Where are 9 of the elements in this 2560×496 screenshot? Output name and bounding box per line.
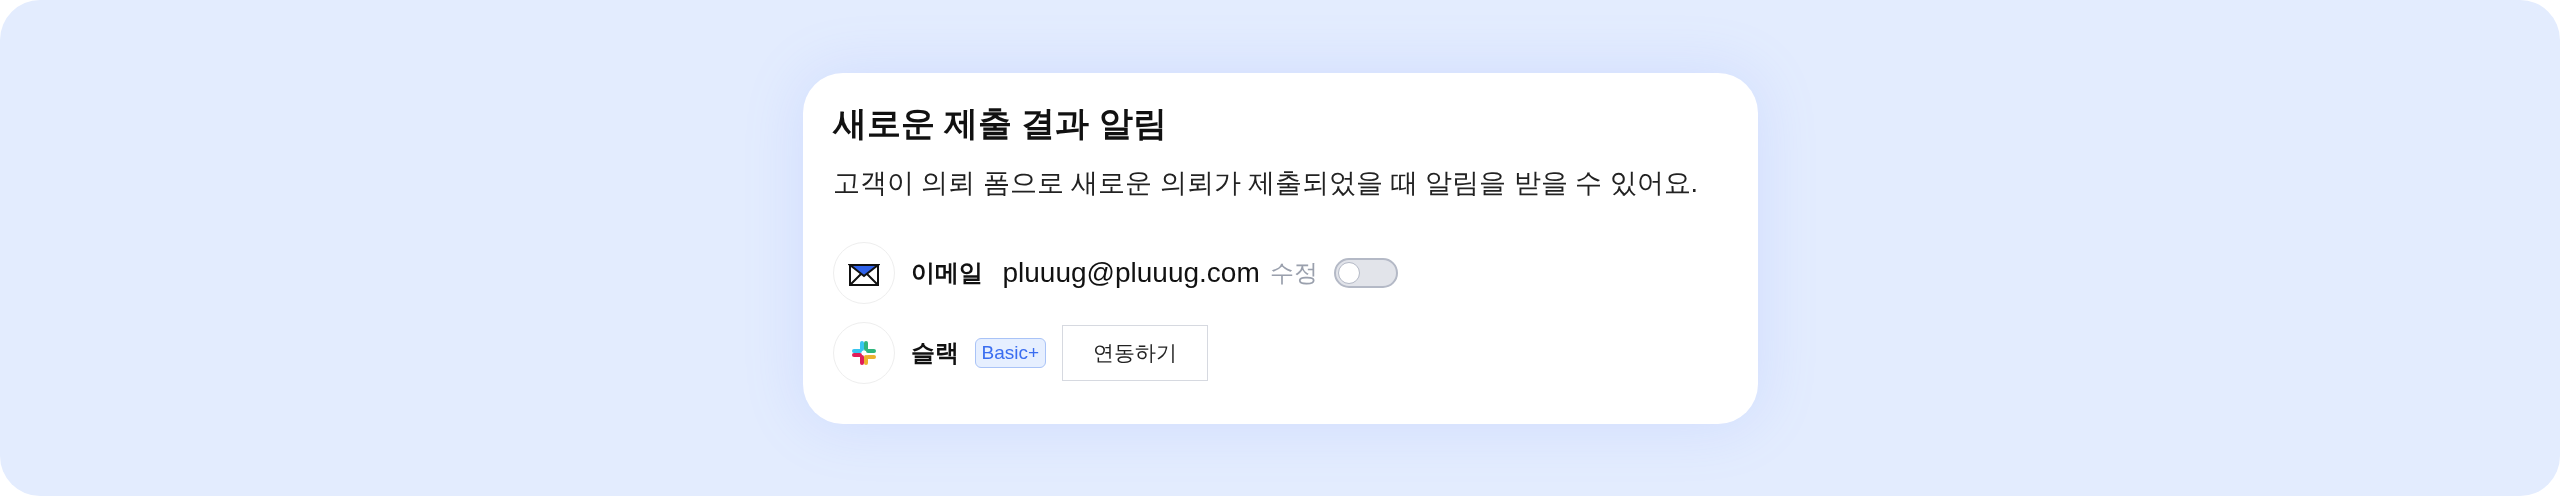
hash-logo-icon (849, 338, 878, 367)
card-description: 고객이 의뢰 폼으로 새로운 의뢰가 제출되었을 때 알림을 받을 수 있어요. (832, 166, 1700, 200)
channel-label: 슬랙 (910, 337, 959, 368)
plan-badge: Basic+ (974, 337, 1047, 368)
channel-label: 이메일 (910, 257, 983, 288)
toggle-switch[interactable] (1333, 257, 1398, 288)
email-address: pluuug@pluuug.com (1002, 256, 1260, 289)
connect-button[interactable]: 연동하기 (1062, 324, 1209, 381)
card-title: 새로운 제출 결과 알림 (832, 102, 1168, 144)
